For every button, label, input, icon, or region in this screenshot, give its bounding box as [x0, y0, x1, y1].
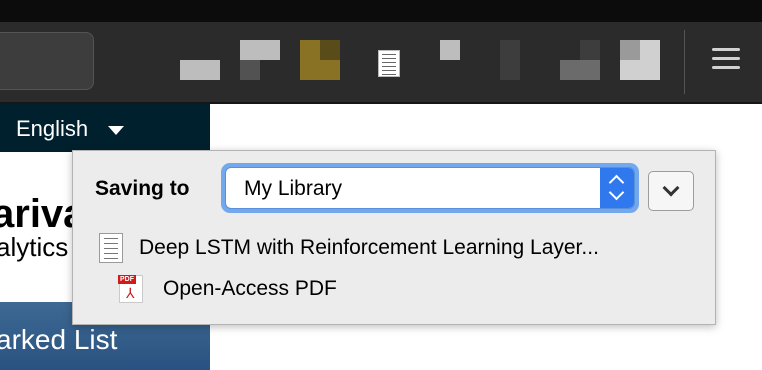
- caret-down-icon[interactable]: [108, 126, 124, 135]
- brand-logo-subtext: alytics: [0, 232, 69, 262]
- document-icon[interactable]: [378, 50, 400, 77]
- language-bar: English: [0, 104, 210, 152]
- extension-icon[interactable]: [300, 40, 340, 80]
- address-bar[interactable]: [0, 32, 94, 90]
- extension-icon[interactable]: [500, 40, 520, 80]
- pdf-icon: PDF ⅄: [118, 275, 143, 303]
- extension-icon[interactable]: [440, 40, 460, 60]
- library-select-value: My Library: [244, 177, 343, 200]
- extension-icon[interactable]: [240, 40, 280, 80]
- chevron-down-icon: [662, 179, 680, 197]
- attachment-title: Open-Access PDF: [163, 277, 337, 300]
- extension-icon[interactable]: [560, 40, 600, 80]
- language-selector[interactable]: English: [16, 116, 88, 142]
- browser-toolbar: [0, 22, 762, 104]
- save-popup: Saving to My Library Deep LSTM with Rein…: [72, 150, 716, 325]
- extension-icon[interactable]: [620, 40, 660, 80]
- pdf-badge: PDF: [118, 275, 136, 284]
- hamburger-menu-icon[interactable]: [712, 48, 740, 72]
- window-top-strip: [0, 0, 762, 22]
- marked-list-label: arked List: [0, 324, 118, 355]
- extension-icon[interactable]: [180, 60, 220, 80]
- library-select[interactable]: My Library: [221, 163, 639, 213]
- saved-item-title: Deep LSTM with Reinforcement Learning La…: [139, 236, 599, 259]
- saving-to-label: Saving to: [95, 177, 190, 200]
- expand-options-button[interactable]: [648, 171, 694, 211]
- document-icon: [99, 233, 123, 263]
- toolbar-separator: [684, 30, 685, 94]
- select-stepper-icon[interactable]: [600, 168, 634, 208]
